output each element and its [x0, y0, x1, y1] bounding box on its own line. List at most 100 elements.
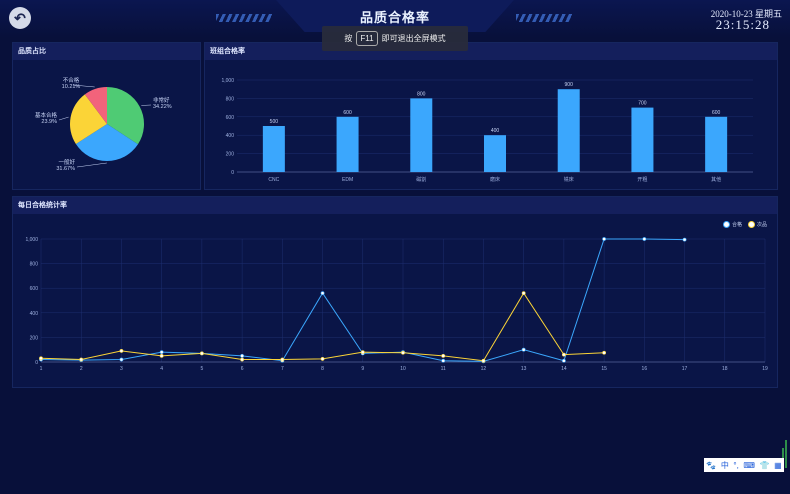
line-x-tick: 9	[361, 366, 364, 372]
legend-marker-icon	[722, 221, 730, 228]
toast-key: F11	[356, 31, 378, 46]
pie-panel: 品质占比 非常好 34.22% 一般好 31.67% 基本合格 23.9% 不合格 10.21…	[12, 42, 201, 190]
bar-x-tick: 其他	[711, 176, 721, 183]
bar-value-label: 900	[565, 82, 574, 88]
back-button[interactable]: ↶	[9, 7, 31, 29]
bar-x-tick: CNC	[268, 177, 279, 183]
bar-y-tick: 0	[231, 170, 234, 176]
line-y-tick: 800	[30, 262, 39, 268]
fullscreen-toast: 按 F11 即可退出全屏模式	[322, 26, 468, 51]
toast-suffix: 即可退出全屏模式	[381, 34, 446, 43]
bar	[705, 116, 728, 172]
line-x-tick: 19	[762, 366, 768, 372]
line-chart: 02004006008001,0001 2 3 4 5 6 7 8 9 10 11 12 13 14 15 1…	[25, 237, 768, 372]
line-y-tick: 400	[30, 311, 39, 317]
line-point	[441, 358, 446, 363]
line-y-tick: 600	[30, 286, 39, 292]
clock-label: 23:15:28	[715, 17, 770, 32]
legend-marker-icon	[747, 221, 755, 228]
line-point	[602, 350, 607, 355]
line-point	[642, 237, 647, 241]
line-point	[280, 357, 285, 362]
pie-percent: 10.21%	[62, 84, 81, 90]
back-arrow-icon: ↶	[14, 10, 26, 26]
line-point	[360, 350, 365, 355]
line-point	[119, 357, 124, 362]
pie-leader-line	[76, 162, 107, 168]
toast-prefix: 按	[344, 34, 353, 43]
line-point	[119, 349, 124, 353]
bar	[557, 89, 580, 172]
pie-label: 一般好	[58, 158, 75, 166]
bar-x-tick: 开粗	[637, 176, 647, 183]
line-point	[79, 357, 84, 362]
pie-label: 非常好	[153, 96, 170, 104]
line-y-tick: 0	[35, 360, 38, 366]
legend-item[interactable]: 次品	[747, 221, 767, 228]
legend-label: 合格	[731, 222, 742, 228]
bar-x-tick: EDM	[342, 177, 353, 183]
line-legend[interactable]: 合格 次品	[722, 221, 767, 228]
bar	[484, 135, 506, 172]
line-x-tick: 3	[120, 366, 123, 372]
pie-panel-title: 品质占比	[13, 43, 200, 60]
paw-icon[interactable]: 🐾	[706, 461, 716, 470]
pie-label: 不合格	[63, 76, 80, 84]
bar-panel-title: 班组合格率	[205, 43, 777, 60]
line-point	[521, 347, 526, 352]
line-point	[521, 291, 526, 296]
pie-chart: 非常好34.22% 一般好31.67% 基本合格23.9% 不合格10.21%	[35, 76, 172, 172]
bar-panel: 班组合格率 0 200 400 600 800 1,000 500 CNC 600 EDM 800 磁…	[204, 42, 778, 190]
ime-language-toggle[interactable]: 中	[721, 460, 729, 471]
punctuation-icon[interactable]: °,	[733, 461, 738, 470]
line-x-tick: 14	[561, 366, 567, 372]
line-x-tick: 6	[241, 366, 244, 372]
line-x-tick: 10	[400, 366, 406, 372]
line-y-tick: 1,000	[25, 237, 38, 243]
bar-y-tick: 200	[226, 152, 235, 158]
line-point	[320, 291, 325, 296]
keyboard-icon[interactable]: ⌨	[743, 461, 755, 470]
bar	[262, 126, 285, 172]
line-x-tick: 8	[321, 366, 324, 372]
line-point	[602, 237, 607, 241]
bar-y-tick: 1,000	[221, 78, 234, 84]
bar-y-tick: 800	[226, 96, 235, 102]
line-point	[240, 353, 245, 358]
bar-value-label: 600	[712, 110, 721, 116]
bar-y-tick: 600	[226, 115, 235, 121]
bar-value-label: 500	[270, 119, 279, 125]
line-point	[561, 352, 566, 357]
line-y-tick: 200	[30, 335, 39, 341]
line-panel: 每日合格统计率 合格 次品 0 200 400 600 800 1,000 1 2 3 4 5 6 7 8 9…	[12, 196, 778, 388]
line-x-tick: 17	[682, 366, 688, 372]
line-point	[159, 350, 164, 355]
bar-value-label: 600	[343, 110, 352, 116]
bar-value-label: 400	[491, 128, 500, 134]
line-x-tick: 13	[521, 366, 527, 372]
legend-label: 次品	[756, 222, 767, 228]
line-x-tick: 11	[441, 366, 446, 372]
legend-item[interactable]: 合格	[722, 221, 742, 228]
pie-percent: 31.67%	[56, 166, 75, 172]
grid-icon[interactable]: ▦	[774, 461, 782, 470]
line-x-tick: 7	[281, 366, 284, 372]
bar	[336, 116, 359, 172]
line-point	[320, 357, 325, 361]
shirt-icon[interactable]: 👕	[760, 461, 770, 470]
line-point	[441, 353, 446, 358]
pie-leader-line	[58, 116, 69, 121]
line-x-tick: 1	[40, 366, 43, 372]
line-point	[481, 358, 486, 363]
line-point	[159, 353, 164, 358]
pie-percent: 23.9%	[41, 119, 57, 125]
line-x-tick: 18	[722, 366, 728, 372]
line-point	[561, 358, 566, 363]
bar-x-tick: 磨床	[490, 176, 500, 183]
bar	[410, 98, 433, 172]
bar-value-label: 700	[638, 101, 647, 107]
ime-toolbar[interactable]: 🐾 中 °, ⌨ 👕 ▦	[704, 458, 784, 472]
line-x-tick: 5	[200, 366, 203, 372]
bar-x-tick: 铣床	[564, 176, 574, 183]
line-panel-title: 每日合格统计率	[13, 197, 777, 214]
